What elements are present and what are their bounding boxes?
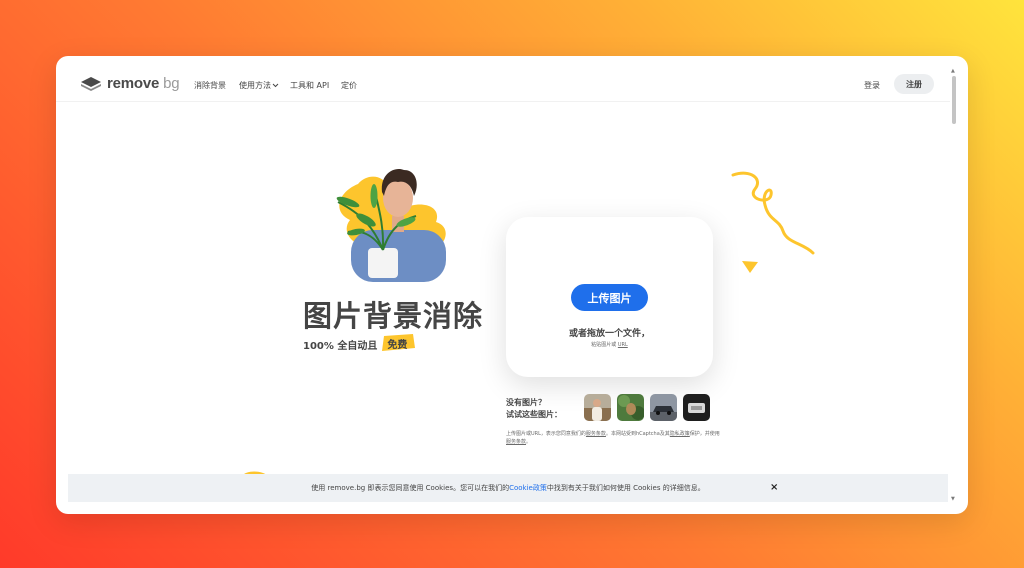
cookie-policy-link[interactable]: Cookie政策 [509, 483, 547, 493]
privacy-policy-link[interactable]: 隐私政策 [670, 431, 690, 437]
nav-tools-api[interactable]: 工具和 API [290, 80, 329, 91]
scroll-down-arrow-icon[interactable]: ▼ [951, 496, 955, 502]
nav-remove-background[interactable]: 消除背景 [194, 80, 226, 91]
terms-text-4: 。 [526, 439, 532, 445]
logo-suffix: bg [163, 75, 180, 92]
chevron-down-icon [272, 83, 279, 88]
nav-how-to-use-label: 使用方法 [239, 81, 271, 90]
free-badge-text: 免费 [387, 340, 408, 351]
scroll-thumb[interactable] [952, 76, 956, 124]
logo-icon [81, 76, 101, 91]
terms-of-service-link[interactable]: 服务条款 [586, 431, 606, 437]
sample-thumbnails [584, 394, 710, 421]
nav-how-to-use[interactable]: 使用方法 [239, 80, 279, 91]
sample-image-car[interactable] [650, 394, 677, 421]
close-icon[interactable]: × [770, 482, 778, 493]
paste-url-link[interactable]: URL [618, 342, 628, 348]
logo[interactable]: remove bg [81, 75, 180, 92]
sample-label-line1: 没有图片？ [506, 398, 546, 407]
sample-images-label: 没有图片？ 试试这些图片： [506, 397, 562, 421]
hcaptcha-terms-link[interactable]: 服务条款 [506, 439, 526, 445]
upload-image-button[interactable]: 上传图片 [571, 284, 648, 311]
sample-image-person[interactable] [584, 394, 611, 421]
scrollbar[interactable]: ▲ ▼ [950, 68, 958, 502]
hero-title: 图片背景消除 [303, 299, 484, 333]
logo-text: remove [107, 75, 160, 92]
scroll-up-arrow-icon[interactable]: ▲ [951, 68, 955, 74]
sample-image-animal[interactable] [617, 394, 644, 421]
sample-label-line2: 试试这些图片： [506, 410, 562, 419]
drop-file-text: 或者拖放一个文件， [568, 329, 650, 339]
cookie-text-after: 中找到有关于我们如何使用 Cookies 的详细信息。 [546, 484, 705, 492]
free-badge: 免费 [381, 334, 416, 354]
terms-text-2: 。本网站受到hCaptcha及其 [605, 431, 670, 437]
hero-subtitle-text: 100% 全自动且 [303, 340, 378, 352]
decorative-squiggle [731, 171, 815, 255]
browser-window: remove bg 消除背景 使用方法 工具和 API 定价 登录 注册 ▲ ▼… [56, 56, 968, 514]
paste-hint-text: 粘贴图片或 [591, 342, 617, 348]
terms-text-1: 上传图片或URL，表示您同意我们的 [506, 431, 586, 437]
upload-card[interactable]: 上传图片 或者拖放一个文件， 粘贴图片或 URL [506, 217, 713, 377]
cookie-banner: 使用 remove.bg 即表示您同意使用 Cookies。您可以在我们的 Coo… [68, 474, 948, 502]
terms-notice: 上传图片或URL，表示您同意我们的服务条款。本网站受到hCaptcha及其隐私政… [506, 430, 721, 446]
decorative-triangle [742, 261, 758, 273]
top-nav: remove bg 消除背景 使用方法 工具和 API 定价 登录 注册 [56, 56, 950, 102]
terms-text-3: 保护，并使用 [689, 431, 720, 437]
cookie-text-before: 使用 remove.bg 即表示您同意使用 Cookies。您可以在我们的 [311, 484, 510, 492]
nav-pricing[interactable]: 定价 [341, 80, 357, 91]
signup-button[interactable]: 注册 [894, 74, 934, 94]
sample-image-product[interactable] [683, 394, 710, 421]
hero-person-image [336, 168, 446, 282]
login-link[interactable]: 登录 [864, 80, 880, 91]
hero-subtitle: 100% 全自动且 免费 [303, 334, 416, 354]
paste-hint: 粘贴图片或 URL [506, 341, 713, 348]
